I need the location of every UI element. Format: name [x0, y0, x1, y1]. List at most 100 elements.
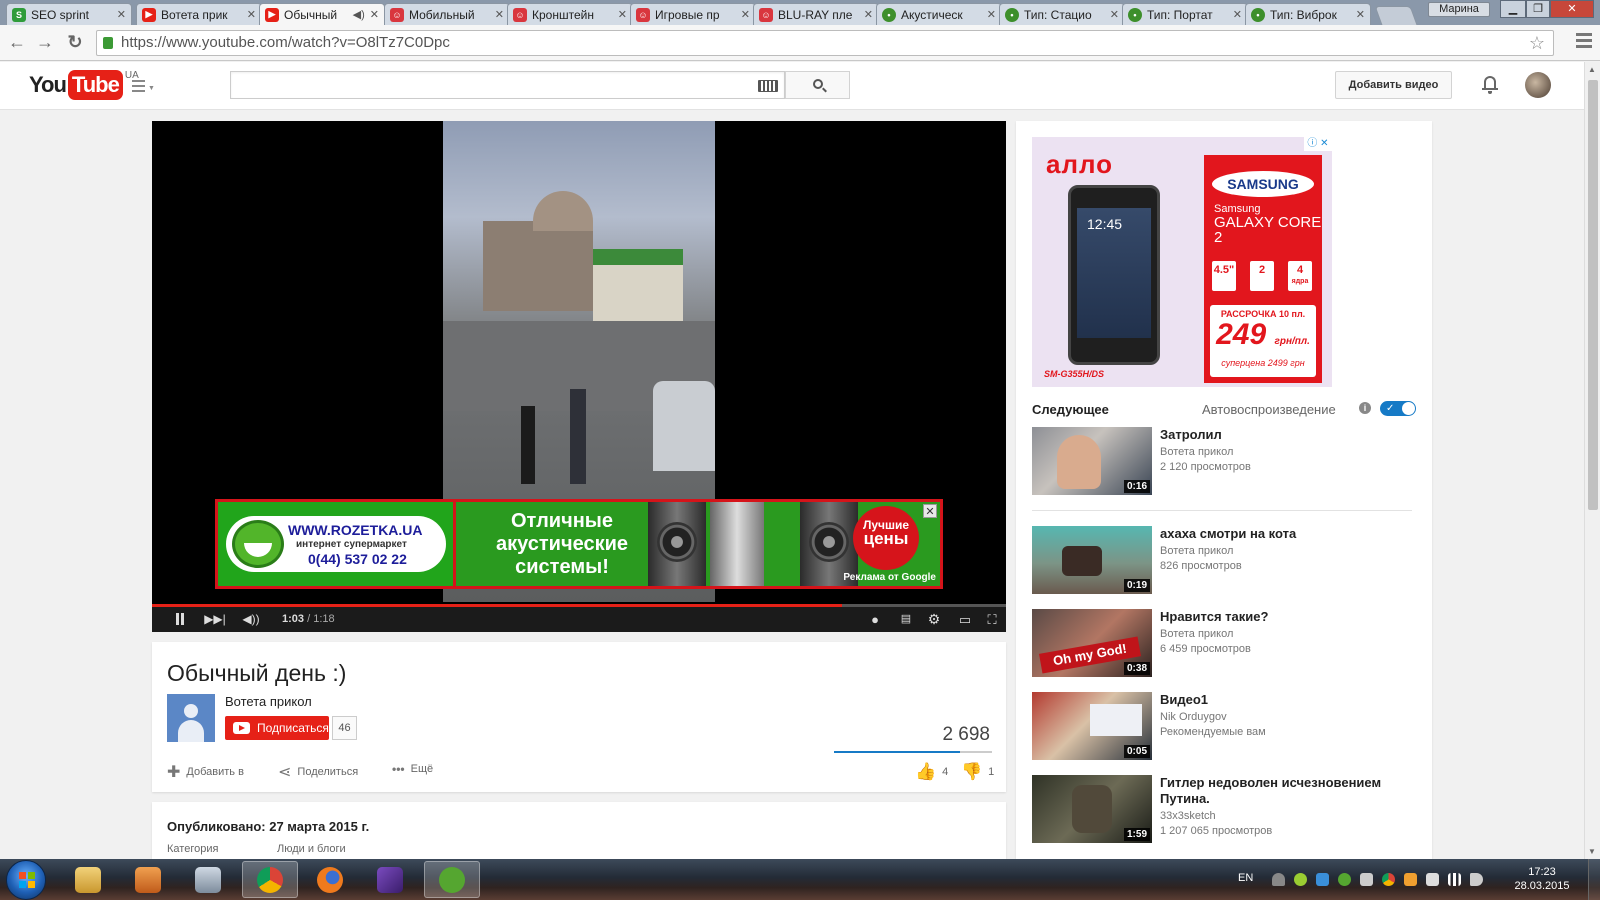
channel-avatar[interactable] [167, 694, 215, 742]
recommended-video[interactable]: 0:19 ахаха смотри на кота Вотета прикол … [1032, 526, 1422, 594]
recommended-video[interactable]: Oh my God! 0:38 Нравится такие? Вотета п… [1032, 609, 1422, 677]
rss-icon[interactable] [1404, 873, 1417, 886]
video-title[interactable]: Затролил [1160, 427, 1420, 443]
video-title[interactable]: ахаха смотри на кота [1160, 526, 1420, 542]
tray-app-icon[interactable] [1360, 873, 1373, 886]
upload-button[interactable]: Добавить видео [1335, 71, 1452, 99]
share-button[interactable]: ⋖ Поделиться [278, 762, 358, 782]
close-icon[interactable]: ✕ [495, 8, 504, 21]
info-icon[interactable]: i [1359, 402, 1371, 414]
close-icon[interactable]: ✕ [117, 8, 126, 21]
ad-close-button[interactable]: ✕ [923, 504, 937, 518]
close-icon[interactable]: ✕ [618, 8, 627, 21]
tray-app-icon[interactable] [1426, 873, 1439, 886]
theater-mode-icon[interactable]: ▭ [955, 607, 975, 632]
hamburger-menu-icon[interactable] [1576, 33, 1592, 51]
utorrent-taskbar-icon[interactable] [424, 861, 480, 898]
video-title[interactable]: Нравится такие? [1160, 609, 1420, 625]
calculator-taskbar-icon[interactable] [180, 861, 236, 898]
video-title[interactable]: Гитлер недоволен исчезновением Путина. [1160, 775, 1420, 807]
close-icon[interactable]: ✕ [864, 8, 873, 21]
show-desktop-button[interactable] [1588, 859, 1600, 900]
chrome-tray-icon[interactable] [1382, 873, 1395, 886]
windows-start-icon[interactable] [6, 860, 46, 900]
reload-icon[interactable]: ↻ [64, 31, 86, 53]
volume-icon[interactable]: ◀)) [240, 607, 262, 632]
explorer-taskbar-icon[interactable] [60, 861, 116, 898]
forward-icon[interactable]: → [34, 31, 56, 53]
new-tab-button[interactable] [1374, 6, 1418, 25]
close-icon[interactable]: ✕ [741, 8, 750, 21]
search-input[interactable] [230, 71, 785, 99]
scroll-up-icon[interactable]: ▲ [1588, 65, 1596, 74]
utorrent-tray-icon[interactable] [1338, 873, 1351, 886]
scroll-down-icon[interactable]: ▼ [1588, 847, 1596, 856]
like-button[interactable]: 👍 4 [915, 762, 948, 782]
video-title[interactable]: Видео1 [1160, 692, 1420, 708]
address-bar[interactable]: https://www.youtube.com/watch?v=O8lTz7C0… [96, 30, 1554, 56]
browser-tab[interactable]: ☺ Игровые пр ✕ [630, 3, 756, 25]
subscribe-button[interactable]: Подписаться [225, 716, 329, 740]
guide-menu-icon[interactable]: ▼ [132, 80, 156, 94]
browser-tab[interactable]: ☺ Мобильный ✕ [384, 3, 510, 25]
video-thumbnail[interactable]: 0:19 [1032, 526, 1152, 594]
browser-user-badge[interactable]: Марина [1428, 2, 1490, 17]
close-icon[interactable]: ✕ [1233, 8, 1242, 21]
youtube-logo[interactable]: You Tube UA [29, 70, 139, 100]
adchoices-icon[interactable]: ⓘ ✕ [1304, 137, 1332, 151]
signal-bars-icon[interactable] [1448, 873, 1461, 886]
add-icon[interactable] [1294, 873, 1307, 886]
visual-studio-taskbar-icon[interactable] [362, 861, 418, 898]
search-button[interactable] [785, 71, 850, 99]
browser-tab[interactable]: • Тип: Виброк ✕ [1245, 3, 1371, 25]
browser-tab[interactable]: ▶ Вотета прик ✕ [136, 3, 262, 25]
notification-flag-icon[interactable] [1272, 873, 1285, 886]
account-avatar[interactable] [1525, 72, 1551, 98]
sidebar-ad[interactable]: алло 12:45 SM-G355H/DS SAMSUNG Samsung G… [1032, 137, 1332, 387]
close-icon[interactable]: ✕ [370, 8, 379, 21]
browser-tab[interactable]: • Тип: Портат ✕ [1122, 3, 1248, 25]
bookmark-star-icon[interactable]: ☆ [1529, 31, 1545, 55]
browser-tab-active[interactable]: ▶ Обычный ◀) ✕ [259, 3, 385, 25]
chrome-taskbar-icon[interactable] [242, 861, 298, 898]
browser-tab[interactable]: ☺ BLU-RAY пле ✕ [753, 3, 879, 25]
pause-icon[interactable] [170, 607, 190, 632]
next-icon[interactable]: ▶▶| [204, 607, 226, 632]
minimize-button[interactable]: ▁ [1500, 0, 1526, 18]
firefox-taskbar-icon[interactable] [302, 861, 358, 898]
captions-icon[interactable]: ▤ [897, 607, 915, 632]
video-player[interactable]: WWW.ROZETKA.UA интернет супермаркет 0(44… [152, 121, 1006, 632]
video-thumbnail[interactable]: Oh my God! 0:38 [1032, 609, 1152, 677]
add-to-button[interactable]: ✚ Добавить в [167, 762, 244, 782]
video-thumbnail[interactable]: 0:16 [1032, 427, 1152, 495]
fullscreen-icon[interactable]: ⛶ [983, 607, 1001, 632]
language-indicator[interactable]: EN [1238, 872, 1253, 884]
back-icon[interactable]: ← [6, 31, 28, 53]
network-share-icon[interactable] [1316, 873, 1329, 886]
browser-tab[interactable]: • Тип: Стацио ✕ [999, 3, 1125, 25]
browser-tab[interactable]: • Акустическ ✕ [876, 3, 1002, 25]
video-thumbnail[interactable]: 1:59 [1032, 775, 1152, 843]
page-scrollbar[interactable]: ▲ ▼ [1584, 62, 1600, 859]
maximize-button[interactable]: ❐ [1526, 0, 1550, 18]
notifications-bell-icon[interactable] [1482, 74, 1498, 94]
video-thumbnail[interactable]: 0:05 [1032, 692, 1152, 760]
close-window-button[interactable]: ✕ [1550, 0, 1594, 18]
browser-tab[interactable]: S SEO sprint ✕ [6, 3, 132, 25]
media-player-taskbar-icon[interactable] [120, 861, 176, 898]
browser-tab[interactable]: ☺ Кронштейн ✕ [507, 3, 633, 25]
category-value[interactable]: Люди и блоги [277, 843, 346, 855]
close-icon[interactable]: ✕ [247, 8, 256, 21]
system-clock[interactable]: 17:23 28.03.2015 [1512, 865, 1572, 893]
overlay-ad[interactable]: WWW.ROZETKA.UA интернет супермаркет 0(44… [215, 499, 943, 589]
more-button[interactable]: ••• Ещё [392, 762, 433, 776]
close-icon[interactable]: ✕ [1356, 8, 1365, 21]
recommended-video[interactable]: 1:59 Гитлер недоволен исчезновением Пути… [1032, 775, 1422, 843]
settings-gear-icon[interactable]: ⚙ [925, 607, 943, 632]
channel-name[interactable]: Вотета прикол [225, 694, 312, 709]
autoplay-toggle[interactable]: ✓ [1380, 401, 1416, 416]
scroll-thumb[interactable] [1588, 80, 1598, 510]
dislike-button[interactable]: 👎 1 [961, 762, 994, 782]
recommended-video[interactable]: 0:05 Видео1 Nik Orduygov Рекомендуемые в… [1032, 692, 1422, 760]
close-icon[interactable]: ✕ [987, 8, 996, 21]
